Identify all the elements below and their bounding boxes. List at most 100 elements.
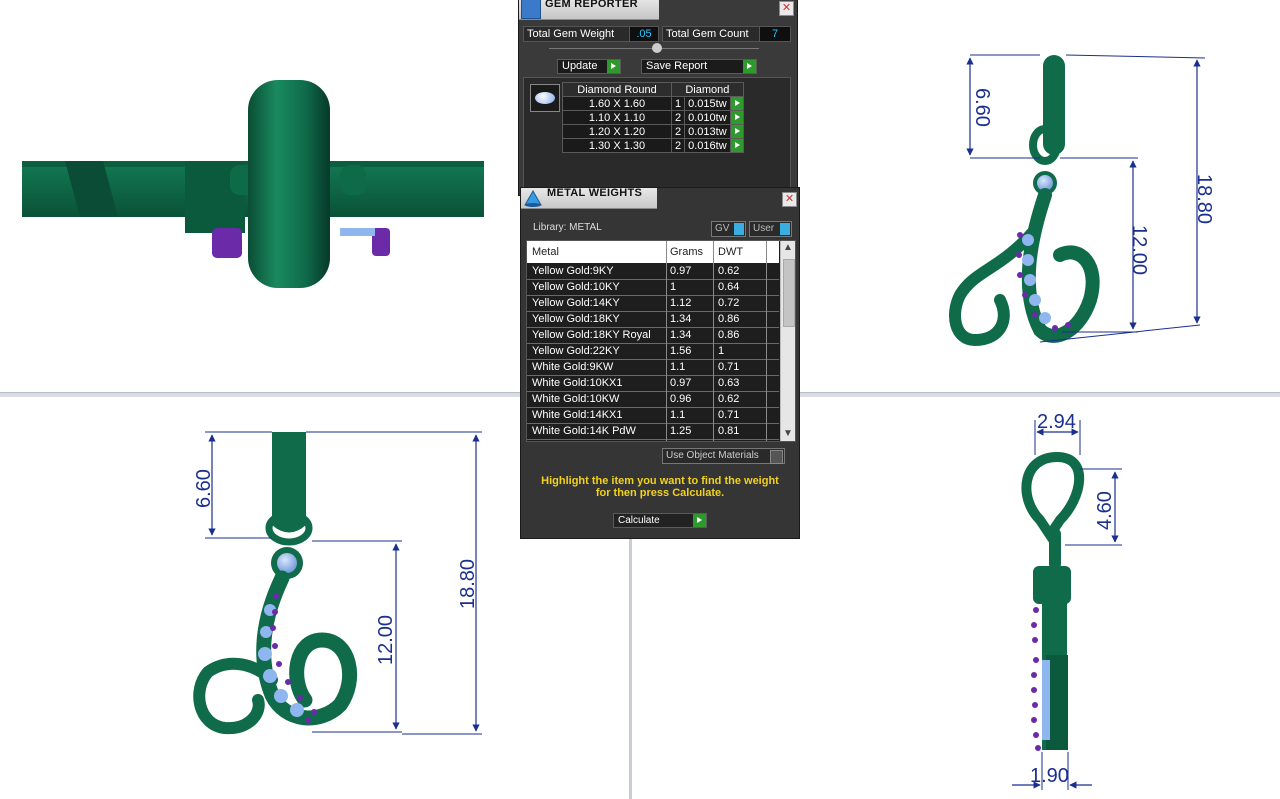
- metal-name: White Gold:14K PdW: [532, 425, 636, 437]
- gem-count: 2: [670, 124, 686, 139]
- front-view-pendant: [193, 431, 482, 735]
- gem-weight: 0.013tw: [684, 124, 731, 139]
- metal-dwt: 0.86: [718, 329, 740, 341]
- gem-row-go-icon[interactable]: [729, 138, 744, 153]
- metal-grams: 1.1: [670, 409, 686, 421]
- gem-row[interactable]: 1.60 X 1.60 1 0.015tw: [562, 96, 744, 111]
- gem-count: 2: [670, 110, 686, 125]
- metal-weights-icon: [523, 189, 543, 207]
- metal-table-scrollbar[interactable]: ▲ ▼: [780, 241, 795, 441]
- metal-grams: 0.97: [670, 377, 692, 389]
- metal-grams: 1.34: [670, 313, 692, 325]
- gem-col-shape: Diamond Round: [562, 82, 672, 97]
- metal-grams: 1.34: [670, 329, 692, 341]
- metal-name: Yellow Gold:22KY: [532, 345, 620, 357]
- metal-row[interactable]: White Gold:14K PdW 1.25 0.81: [527, 424, 779, 440]
- total-gem-weight-value: .05: [629, 26, 659, 42]
- metal-dwt: 1: [718, 345, 725, 357]
- metal-name: Yellow Gold:14KY: [532, 297, 620, 309]
- metal-name: Yellow Gold:18KY: [532, 313, 620, 325]
- gem-size: 1.60 X 1.60: [562, 96, 672, 111]
- gem-size: 1.20 X 1.20: [562, 124, 672, 139]
- update-button-label: Update: [562, 60, 598, 72]
- instruction-text: Highlight the item you want to find the …: [541, 475, 779, 499]
- metal-dwt: 0.71: [718, 409, 740, 421]
- gem-row-go-icon[interactable]: [729, 110, 744, 125]
- diamond-round-icon: [530, 84, 560, 112]
- metal-row[interactable]: White Gold:10KX1 0.97 0.63: [527, 376, 779, 392]
- metal-weights-table[interactable]: Metal Grams DWT Yellow Gold:9KY 0.97 0.62 …: [526, 240, 796, 442]
- gem-table-area: Diamond Round Diamond 1.60 X 1.60 1 0.01…: [523, 77, 791, 193]
- total-gem-weight-label: Total Gem Weight: [523, 26, 630, 42]
- scroll-up-icon[interactable]: ▲: [781, 241, 795, 255]
- metal-name: Yellow Gold:10KY: [532, 281, 620, 293]
- gem-reporter-panel[interactable]: GEM REPORTER ✕ Total Gem Weight .05 Tota…: [518, 0, 798, 196]
- col-divider: [713, 241, 714, 441]
- gem-row-go-icon[interactable]: [729, 96, 744, 111]
- gem-col-material: Diamond: [671, 82, 744, 97]
- metal-weights-panel[interactable]: METAL WEIGHTS ✕ Library: METAL GV User M…: [520, 187, 800, 539]
- metal-grams: 1.56: [670, 345, 692, 357]
- top-view-pendant: [22, 80, 484, 288]
- dim-bl-bail: 6.60: [193, 469, 215, 508]
- save-report-play-icon: [743, 60, 756, 73]
- col-grams: Grams: [670, 246, 703, 258]
- gem-reporter-close-button[interactable]: ✕: [779, 1, 794, 16]
- metal-grams: 0.96: [670, 393, 692, 405]
- metal-weights-titlebar[interactable]: METAL WEIGHTS: [521, 187, 657, 209]
- metal-row[interactable]: White Gold:14KX1 1.1 0.71: [527, 408, 779, 424]
- update-button[interactable]: Update: [557, 59, 621, 74]
- gem-count: 2: [670, 138, 686, 153]
- metal-dwt: 0.64: [718, 281, 740, 293]
- gem-reporter-titlebar[interactable]: GEM REPORTER: [519, 0, 659, 20]
- dim-tr-body: 12.00: [1128, 225, 1150, 275]
- metal-grams: 1.25: [670, 425, 692, 437]
- user-toggle[interactable]: User: [749, 221, 792, 237]
- dim-br-width: 2.94: [1037, 411, 1076, 433]
- gem-size: 1.10 X 1.10: [562, 110, 672, 125]
- metal-name: White Gold:10KW: [532, 393, 620, 405]
- metal-name: Yellow Gold:18KY Royal: [532, 329, 651, 341]
- metal-dwt: 0.62: [718, 265, 740, 277]
- metal-dwt: 0.72: [718, 297, 740, 309]
- metal-row[interactable]: Yellow Gold:9KY 0.97 0.62: [527, 264, 779, 280]
- calculate-play-icon: [693, 514, 706, 527]
- calculate-button[interactable]: Calculate: [613, 513, 707, 528]
- metal-row[interactable]: Yellow Gold:18KY Royal 1.34 0.86: [527, 328, 779, 344]
- gem-weight: 0.015tw: [684, 96, 731, 111]
- gem-row[interactable]: 1.20 X 1.20 2 0.013tw: [562, 124, 744, 139]
- metal-name: Yellow Gold:9KY: [532, 265, 614, 277]
- gv-toggle[interactable]: GV: [711, 221, 746, 237]
- col-metal: Metal: [532, 246, 559, 258]
- save-report-button-label: Save Report: [646, 60, 708, 72]
- user-toggle-label: User: [753, 223, 775, 234]
- gem-row[interactable]: 1.30 X 1.30 2 0.016tw: [562, 138, 744, 153]
- metal-weights-title: METAL WEIGHTS: [547, 187, 643, 199]
- metal-row[interactable]: Yellow Gold:18KY 1.34 0.86: [527, 312, 779, 328]
- gem-table: Diamond Round Diamond 1.60 X 1.60 1 0.01…: [562, 82, 744, 153]
- metal-row[interactable]: Yellow Gold:14KY 1.12 0.72: [527, 296, 779, 312]
- metal-name: White Gold:10KX1: [532, 377, 623, 389]
- scroll-thumb[interactable]: [783, 259, 795, 327]
- metal-row[interactable]: White Gold:9KW 1.1 0.71: [527, 360, 779, 376]
- collapse-toggle-icon[interactable]: [652, 43, 662, 53]
- metal-row[interactable]: White Gold:10KW 0.96 0.62: [527, 392, 779, 408]
- metal-weights-close-button[interactable]: ✕: [782, 192, 797, 207]
- gem-weight: 0.010tw: [684, 110, 731, 125]
- metal-row[interactable]: Yellow Gold:22KY 1.56 1: [527, 344, 779, 360]
- metal-dwt: 0.62: [718, 393, 740, 405]
- use-object-materials-indicator: [770, 450, 783, 464]
- gem-weight: 0.016tw: [684, 138, 731, 153]
- gem-row[interactable]: 1.10 X 1.10 2 0.010tw: [562, 110, 744, 125]
- col-divider: [666, 241, 667, 441]
- side-view-pendant: [1012, 420, 1122, 790]
- use-object-materials-toggle[interactable]: Use Object Materials: [662, 448, 785, 464]
- metal-dwt: 0.71: [718, 361, 740, 373]
- gem-row-go-icon[interactable]: [729, 124, 744, 139]
- scroll-down-icon[interactable]: ▼: [781, 427, 795, 441]
- col-dwt: DWT: [718, 246, 744, 258]
- save-report-button[interactable]: Save Report: [641, 59, 757, 74]
- total-gem-count-label: Total Gem Count: [662, 26, 761, 42]
- metal-row[interactable]: Yellow Gold:10KY 1 0.64: [527, 280, 779, 296]
- metal-grams: 1.1: [670, 361, 686, 373]
